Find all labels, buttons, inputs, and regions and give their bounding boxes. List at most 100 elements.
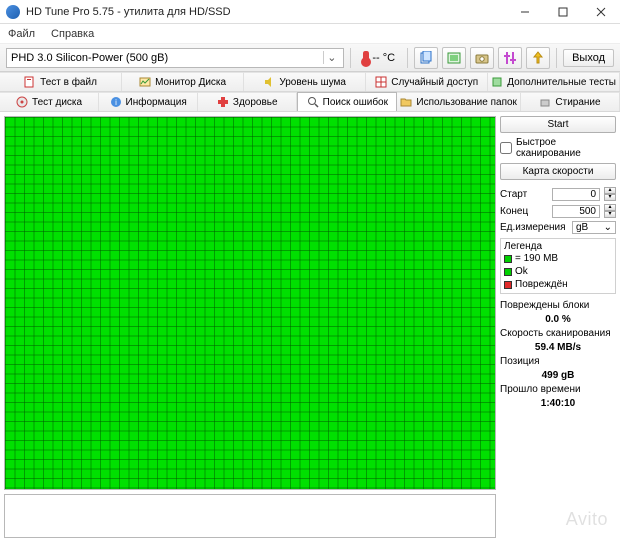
- folder-icon: [400, 96, 412, 108]
- chevron-down-icon: ⌄: [604, 222, 612, 233]
- tab-label: Монитор Диска: [155, 77, 226, 88]
- drive-dropdown[interactable]: PHD 3.0 Silicon-Power (500 gB) ⌄: [6, 48, 344, 68]
- speedmap-button[interactable]: Карта скорости: [500, 163, 616, 180]
- camera-button[interactable]: [470, 47, 494, 69]
- quick-scan-input[interactable]: [500, 142, 512, 154]
- save-button[interactable]: [526, 47, 550, 69]
- pos-label: Позиция: [500, 355, 616, 369]
- start-row: Старт 0 ▴▾: [500, 187, 616, 201]
- time-label: Прошло времени: [500, 383, 616, 397]
- legend-square-ok: [504, 268, 512, 276]
- random-icon: [375, 76, 387, 88]
- legend-title: Легенда: [504, 241, 612, 252]
- tabs-row-2: Тест диска i Информация Здоровье Поиск о…: [0, 92, 620, 112]
- separator: [556, 48, 557, 68]
- quick-scan-label: Быстрое сканирование: [516, 137, 616, 159]
- legend-square-bad: [504, 281, 512, 289]
- extra-icon: [491, 76, 503, 88]
- tab-health[interactable]: Здоровье: [198, 92, 297, 111]
- close-button[interactable]: [582, 0, 620, 24]
- drive-dropdown-value: PHD 3.0 Silicon-Power (500 gB): [11, 52, 323, 64]
- health-icon: [217, 96, 229, 108]
- tab-label: Тест диска: [32, 97, 82, 108]
- end-row: Конец 500 ▴▾: [500, 204, 616, 218]
- tab-label: Здоровье: [233, 97, 278, 108]
- legend-size: = 190 MB: [515, 252, 558, 265]
- tab-random-access[interactable]: Случайный доступ: [366, 72, 488, 91]
- info-icon: i: [110, 96, 122, 108]
- tab-label: Использование папок: [416, 97, 517, 108]
- tab-erase[interactable]: Стирание: [521, 92, 620, 111]
- end-label: Конец: [500, 206, 548, 217]
- titlebar: HD Tune Pro 5.75 - утилита для HD/SSD: [0, 0, 620, 24]
- disk-test-icon: [16, 96, 28, 108]
- speed-label: Скорость сканирования: [500, 327, 616, 341]
- legend-box: Легенда = 190 MB Ok Повреждён: [500, 238, 616, 294]
- tab-info[interactable]: i Информация: [99, 92, 198, 111]
- block-map-grid: [4, 116, 496, 490]
- start-spinners[interactable]: ▴▾: [604, 187, 616, 201]
- unit-select[interactable]: gB ⌄: [572, 221, 616, 234]
- separator: [350, 48, 351, 68]
- menu-file[interactable]: Файл: [8, 28, 35, 40]
- tab-label: Стирание: [555, 97, 600, 108]
- screenshot-button[interactable]: [442, 47, 466, 69]
- left-column: [4, 116, 496, 538]
- app-icon: [6, 5, 20, 19]
- pos-value: 499 gB: [500, 369, 616, 383]
- separator: [407, 48, 408, 68]
- tab-disk-monitor[interactable]: Монитор Диска: [122, 72, 244, 91]
- erase-icon: [539, 96, 551, 108]
- menu-help[interactable]: Справка: [51, 28, 94, 40]
- noise-icon: [263, 76, 275, 88]
- quick-scan-checkbox[interactable]: Быстрое сканирование: [500, 136, 616, 160]
- tab-label: Тест в файл: [40, 77, 97, 88]
- tab-label: Дополнительные тесты: [507, 77, 616, 88]
- tab-label: Поиск ошибок: [323, 97, 388, 108]
- end-input[interactable]: 500: [552, 205, 600, 218]
- temperature-display: -- °C: [357, 51, 401, 65]
- watermark: Avito: [566, 509, 608, 530]
- tabs-row-1: Тест в файл Монитор Диска Уровень шума С…: [0, 72, 620, 92]
- disk-monitor-icon: [139, 76, 151, 88]
- toolbar: PHD 3.0 Silicon-Power (500 gB) ⌄ -- °C В…: [0, 44, 620, 72]
- tab-label: Случайный доступ: [391, 77, 478, 88]
- window-title: HD Tune Pro 5.75 - утилита для HD/SSD: [26, 6, 506, 18]
- end-spinners[interactable]: ▴▾: [604, 204, 616, 218]
- right-panel: Start Быстрое сканирование Карта скорост…: [500, 116, 616, 538]
- tab-folder-usage[interactable]: Использование папок: [397, 92, 521, 111]
- start-input[interactable]: 0: [552, 188, 600, 201]
- maximize-button[interactable]: [544, 0, 582, 24]
- file-test-icon: [24, 76, 36, 88]
- speed-value: 59.4 MB/s: [500, 341, 616, 355]
- legend-bad: Повреждён: [515, 278, 568, 291]
- tab-error-scan[interactable]: Поиск ошибок: [297, 92, 397, 111]
- tab-noise-level[interactable]: Уровень шума: [244, 72, 366, 91]
- window-controls: [506, 0, 620, 24]
- tab-disk-test[interactable]: Тест диска: [0, 92, 99, 111]
- tab-extra-tests[interactable]: Дополнительные тесты: [488, 72, 620, 91]
- error-scan-icon: [307, 96, 319, 108]
- exit-button[interactable]: Выход: [563, 49, 614, 67]
- legend-square-ok: [504, 255, 512, 263]
- settings-button[interactable]: [498, 47, 522, 69]
- unit-label: Ед.измерения: [500, 222, 568, 233]
- tab-file-test[interactable]: Тест в файл: [0, 72, 122, 91]
- tab-label: Уровень шума: [279, 77, 346, 88]
- menubar: Файл Справка: [0, 24, 620, 44]
- temperature-value: -- °C: [372, 52, 395, 64]
- svg-text:i: i: [115, 98, 117, 107]
- unit-value: gB: [576, 222, 588, 233]
- thermometer-icon: [363, 51, 369, 65]
- minimize-button[interactable]: [506, 0, 544, 24]
- copy-button[interactable]: [414, 47, 438, 69]
- status-pane: [4, 494, 496, 538]
- content: Start Быстрое сканирование Карта скорост…: [0, 112, 620, 542]
- time-value: 1:40:10: [500, 397, 616, 411]
- start-button[interactable]: Start: [500, 116, 616, 133]
- chevron-down-icon: ⌄: [323, 51, 339, 64]
- damaged-value: 0.0 %: [500, 313, 616, 327]
- damaged-label: Повреждены блоки: [500, 299, 616, 313]
- unit-row: Ед.измерения gB ⌄: [500, 221, 616, 234]
- stats-block: Повреждены блоки 0.0 % Скорость сканиров…: [500, 299, 616, 411]
